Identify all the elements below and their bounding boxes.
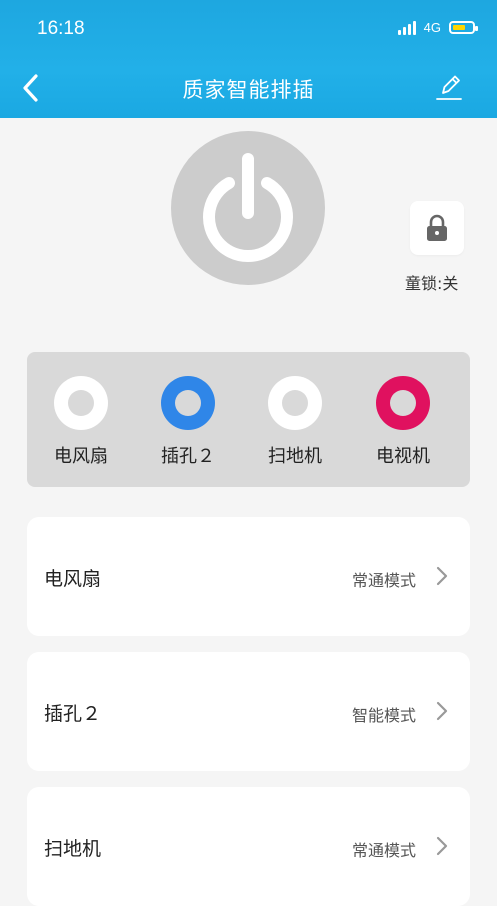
- chevron-right-icon: [436, 566, 448, 586]
- edit-button[interactable]: [435, 72, 463, 102]
- socket-ring-icon: [161, 376, 215, 430]
- socket-label: 电风扇: [54, 446, 108, 467]
- socket-toggle[interactable]: 电风扇: [41, 376, 121, 468]
- socket-toggle[interactable]: 插孔２: [148, 376, 228, 468]
- outlet-mode: 常通模式: [351, 841, 416, 860]
- outlet-card[interactable]: 扫地机 常通模式: [27, 787, 470, 906]
- network-type: 4G: [423, 20, 441, 35]
- child-lock-button[interactable]: [410, 201, 464, 255]
- outlet-name: 电风扇: [44, 568, 102, 590]
- outlet-card[interactable]: 插孔２ 智能模式: [27, 652, 470, 771]
- socket-toggle[interactable]: 电视机: [363, 376, 443, 468]
- chevron-right-icon: [436, 836, 448, 856]
- outlet-name: 插孔２: [44, 703, 102, 725]
- socket-label: 电视机: [376, 446, 430, 467]
- socket-toggle[interactable]: 扫地机: [255, 376, 335, 468]
- page-title: 质家智能排插: [182, 78, 315, 102]
- outlet-card[interactable]: 电风扇 常通模式: [27, 517, 470, 636]
- child-lock-status: 童锁:关: [405, 274, 459, 293]
- status-icons: 4G: [397, 20, 478, 35]
- battery-icon: [449, 21, 478, 34]
- status-time: 16:18: [37, 18, 85, 39]
- lock-icon: [427, 214, 447, 241]
- socket-label: 扫地机: [268, 446, 322, 467]
- socket-ring-icon: [268, 376, 322, 430]
- power-icon: [203, 153, 293, 263]
- outlet-mode: 智能模式: [351, 706, 416, 725]
- edit-icon: [436, 75, 462, 100]
- app-header: 16:18 4G 质家智能排插: [0, 0, 497, 118]
- socket-panel: 电风扇 插孔２ 扫地机 电视机: [27, 352, 470, 487]
- socket-ring-icon: [54, 376, 108, 430]
- outlet-name: 扫地机: [44, 838, 102, 860]
- socket-label: 插孔２: [161, 446, 215, 467]
- chevron-right-icon: [436, 701, 448, 721]
- socket-ring-icon: [376, 376, 430, 430]
- master-power-button[interactable]: [171, 131, 325, 285]
- outlet-mode: 常通模式: [351, 571, 416, 590]
- signal-icon: [397, 20, 416, 35]
